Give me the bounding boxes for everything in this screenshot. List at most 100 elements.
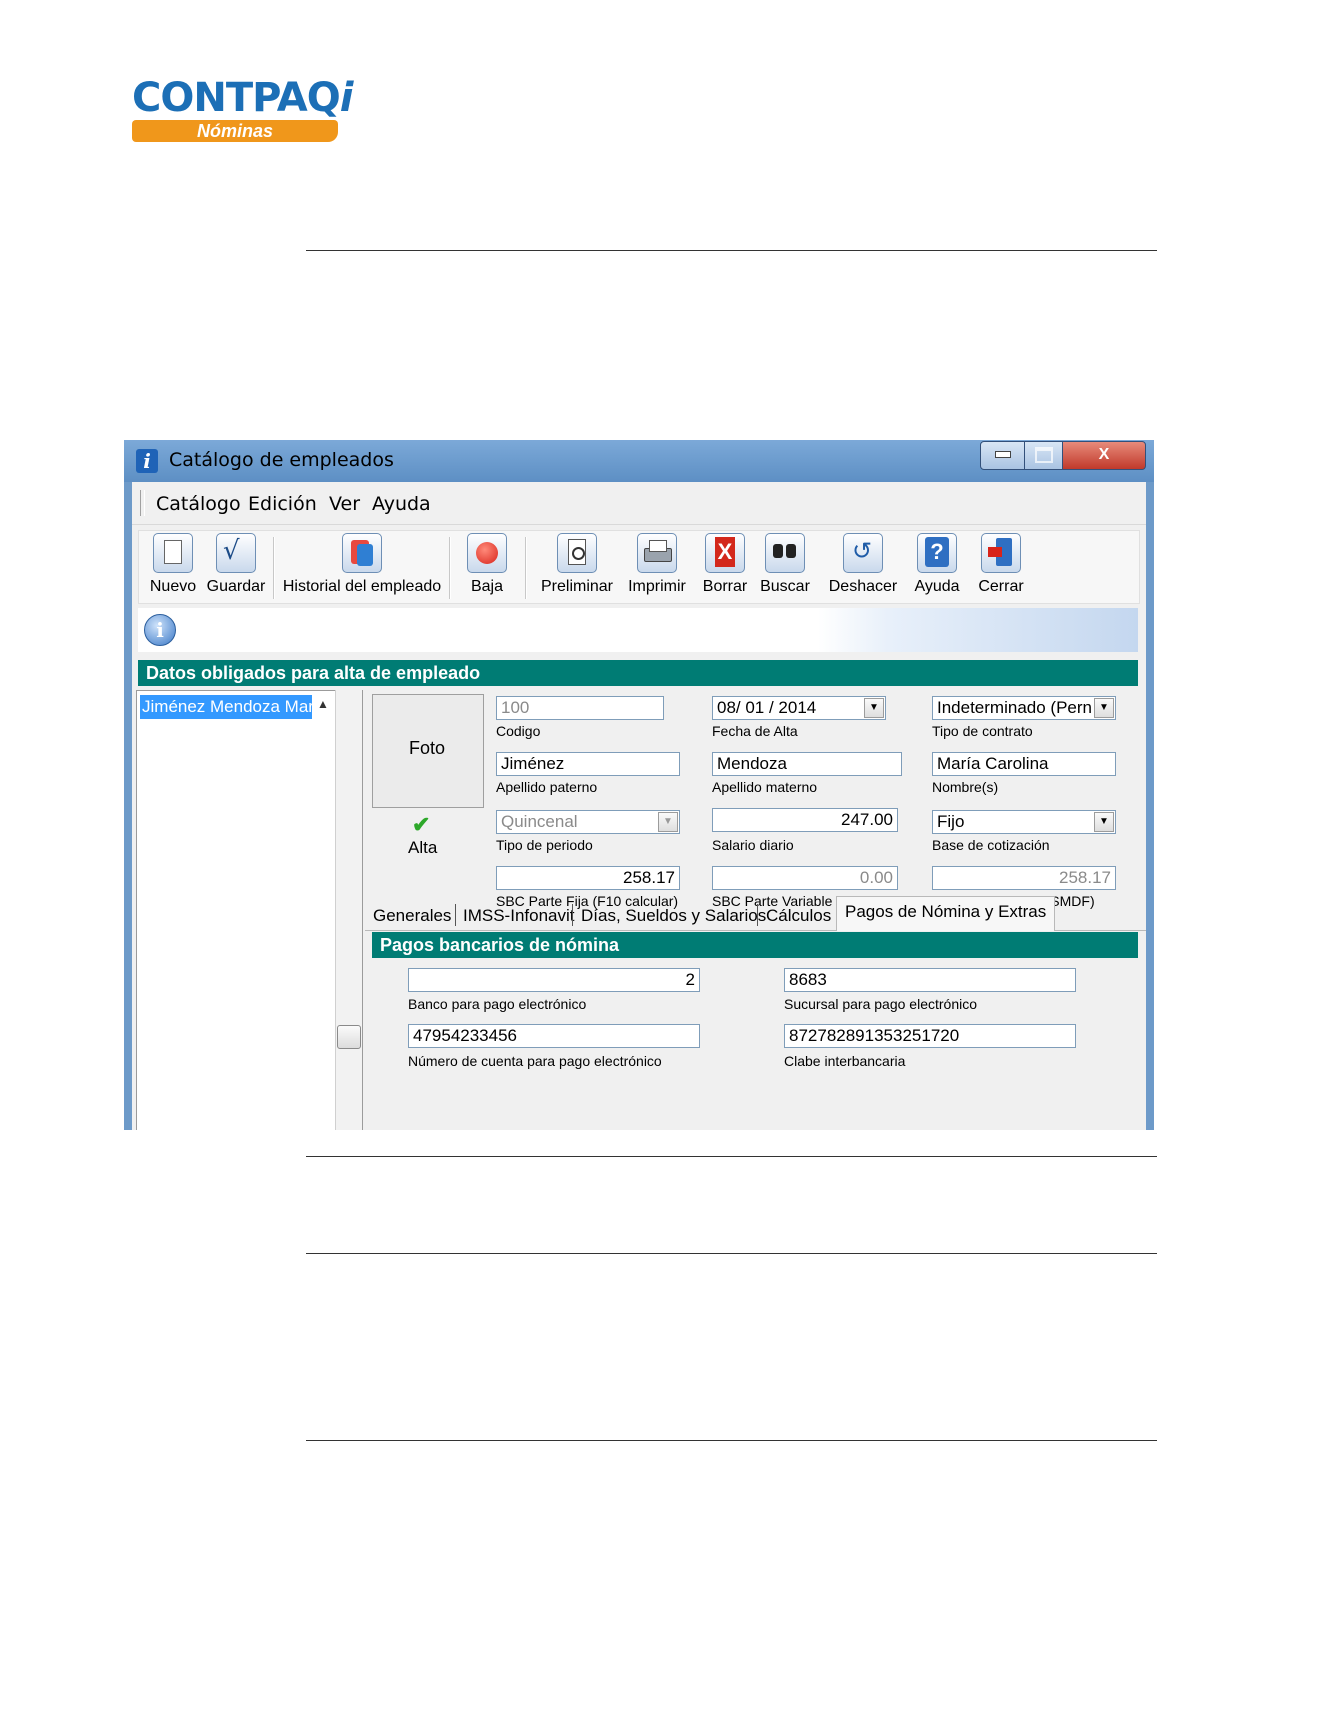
- exit-door-icon: [981, 533, 1021, 573]
- base-cotizacion-dropdown-icon[interactable]: ▼: [1094, 812, 1114, 832]
- sucursal-field[interactable]: 8683: [784, 968, 1076, 992]
- logo-brand: CONTPAQ: [132, 75, 341, 121]
- close-button[interactable]: X: [1062, 441, 1146, 470]
- divider-bottom: [306, 1440, 1157, 1441]
- divider: [306, 1253, 1157, 1254]
- clabe-caption: Clabe interbancaria: [784, 1053, 906, 1069]
- fecha-alta-dropdown-icon[interactable]: ▼: [864, 698, 884, 718]
- menu-catalogo[interactable]: Catálogo: [156, 493, 241, 515]
- window-client-area: Catálogo Edición Ver Ayuda Nuevo √ Guard…: [132, 482, 1146, 1130]
- baja-button[interactable]: Baja: [455, 533, 519, 601]
- deshacer-button[interactable]: ↺ Deshacer: [821, 533, 905, 601]
- contpaqi-nominas-logo: CONTPAQi Nóminas: [132, 76, 372, 146]
- base-cotizacion-select[interactable]: Fijo ▼: [932, 810, 1116, 834]
- nombres-field[interactable]: María Carolina: [932, 752, 1116, 776]
- app-info-icon: i: [136, 449, 158, 473]
- delete-x-icon: X: [705, 533, 745, 573]
- tipo-contrato-dropdown-icon[interactable]: ▼: [1094, 698, 1114, 718]
- divider-top: [306, 250, 1157, 251]
- scroll-up-arrow-icon[interactable]: ▲: [315, 697, 331, 711]
- imprimir-button[interactable]: Imprimir: [625, 533, 689, 601]
- apellido-paterno-field[interactable]: Jiménez: [496, 752, 680, 776]
- divider: [306, 1156, 1157, 1157]
- buscar-button[interactable]: Buscar: [753, 533, 817, 601]
- checkmark-alta-icon: ✔: [412, 812, 431, 837]
- tab-dias-sueldos-salarios[interactable]: Días, Sueldos y Salarios: [581, 902, 766, 930]
- deshacer-label: Deshacer: [828, 578, 898, 595]
- employee-catalog-window: i Catálogo de empleados X Catálogo Edici…: [124, 440, 1154, 1130]
- menu-grip[interactable]: [140, 490, 145, 516]
- buscar-label: Buscar: [760, 578, 810, 595]
- guardar-button[interactable]: √ Guardar: [203, 533, 269, 601]
- menu-bar: Catálogo Edición Ver Ayuda: [132, 482, 1146, 525]
- employee-history-icon: [342, 533, 382, 573]
- cuenta-field[interactable]: 47954233456: [408, 1024, 700, 1048]
- toolbar: Nuevo √ Guardar Historial del empleado B…: [138, 530, 1140, 604]
- preliminar-label: Preliminar: [540, 578, 613, 595]
- clabe-field[interactable]: 872782891353251720: [784, 1024, 1076, 1048]
- tab-strip: Generales IMSS-Infonavit Días, Sueldos y…: [365, 896, 1146, 931]
- ayuda-label: Ayuda: [914, 578, 960, 595]
- ayuda-button[interactable]: ? Ayuda: [907, 533, 967, 601]
- codigo-field[interactable]: 100: [496, 696, 664, 720]
- minimize-button[interactable]: [980, 441, 1026, 470]
- tipo-contrato-caption: Tipo de contrato: [932, 723, 1033, 739]
- menu-edicion[interactable]: Edición: [248, 493, 317, 515]
- tab-generales[interactable]: Generales: [373, 902, 451, 930]
- sbc-fija-field[interactable]: 258.17: [496, 866, 680, 890]
- menu-ver[interactable]: Ver: [329, 493, 360, 515]
- menu-ayuda[interactable]: Ayuda: [372, 493, 431, 515]
- preliminar-button[interactable]: Preliminar: [531, 533, 623, 601]
- banco-field[interactable]: 2: [408, 968, 700, 992]
- tipo-periodo-caption: Tipo de periodo: [496, 837, 593, 853]
- banco-caption: Banco para pago electrónico: [408, 996, 587, 1012]
- minimize-icon: [995, 451, 1011, 459]
- scrollbar-thumb[interactable]: [337, 1025, 361, 1049]
- apellido-materno-caption: Apellido materno: [712, 779, 818, 795]
- tab-imss-infonavit[interactable]: IMSS-Infonavit: [463, 902, 575, 930]
- codigo-caption: Codigo: [496, 723, 541, 739]
- info-bar: i: [138, 608, 1138, 652]
- toolbar-separator: [525, 537, 527, 599]
- tab-calculos[interactable]: Cálculos: [766, 902, 831, 930]
- salario-diario-field[interactable]: 247.00: [712, 808, 898, 832]
- tipo-periodo-dropdown-icon[interactable]: ▼: [658, 812, 678, 832]
- apellido-paterno-caption: Apellido paterno: [496, 779, 598, 795]
- new-document-icon: [153, 533, 193, 573]
- status-alta-label: Alta: [408, 838, 438, 857]
- nuevo-label: Nuevo: [149, 578, 197, 595]
- cuenta-caption: Número de cuenta para pago electrónico: [408, 1053, 662, 1069]
- borrar-button[interactable]: X Borrar: [697, 533, 753, 601]
- tipo-periodo-select[interactable]: Quincenal ▼: [496, 810, 680, 834]
- list-item-selected[interactable]: Jiménez Mendoza María: [140, 695, 312, 719]
- baja-label: Baja: [470, 578, 504, 595]
- historial-button[interactable]: Historial del empleado: [279, 533, 445, 601]
- fecha-alta-field[interactable]: 08/ 01 / 2014 ▼: [712, 696, 886, 720]
- window-title: Catálogo de empleados: [169, 449, 394, 471]
- nombres-caption: Nombre(s): [932, 779, 999, 795]
- sbc-variable-field[interactable]: 0.00: [712, 866, 898, 890]
- tipo-contrato-select[interactable]: Indeterminado (Pern ▼: [932, 696, 1116, 720]
- undo-icon: ↺: [843, 533, 883, 573]
- maximize-button[interactable]: [1024, 441, 1064, 470]
- nuevo-button[interactable]: Nuevo: [145, 533, 201, 601]
- title-bar[interactable]: i Catálogo de empleados X: [124, 440, 1154, 482]
- tab-pagos-nomina-extras[interactable]: Pagos de Nómina y Extras: [836, 896, 1056, 931]
- base-cotizacion-caption: Base de cotización: [932, 837, 1050, 853]
- toolbar-separator: [449, 537, 451, 599]
- window-controls: X: [980, 441, 1146, 470]
- cerrar-label: Cerrar: [978, 578, 1024, 595]
- sbc-topado-field[interactable]: 258.17: [932, 866, 1116, 890]
- cerrar-button[interactable]: Cerrar: [971, 533, 1031, 601]
- logo-product: Nóminas: [132, 120, 338, 142]
- binoculars-icon: [765, 533, 805, 573]
- print-preview-icon: [557, 533, 597, 573]
- employee-list[interactable]: Jiménez Mendoza María ▲: [136, 690, 337, 1130]
- list-scrollbar[interactable]: [335, 690, 363, 1130]
- tipo-periodo-value: Quincenal: [501, 812, 578, 831]
- apellido-materno-field[interactable]: Mendoza: [712, 752, 902, 776]
- historial-label: Historial del empleado: [282, 578, 442, 595]
- imprimir-label: Imprimir: [628, 578, 686, 595]
- info-icon[interactable]: i: [144, 614, 176, 646]
- photo-label: Foto: [408, 738, 446, 758]
